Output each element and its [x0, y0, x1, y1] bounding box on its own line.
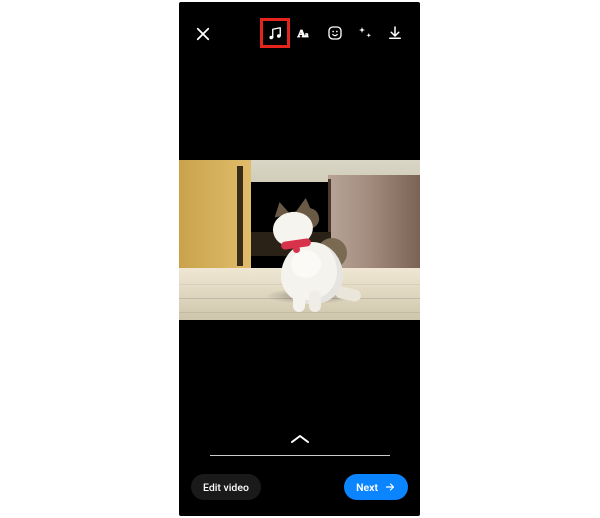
music-button[interactable] — [260, 18, 290, 48]
media-bg-cabinets — [179, 160, 251, 270]
sticker-icon — [326, 24, 344, 42]
story-editor-screen: A a — [179, 2, 420, 516]
download-icon — [386, 24, 404, 42]
next-button[interactable]: Next — [344, 474, 408, 500]
close-button[interactable] — [191, 22, 215, 46]
action-bar: Edit video Next — [179, 474, 420, 502]
edit-video-button[interactable]: Edit video — [191, 474, 261, 500]
top-toolbar: A a — [179, 18, 420, 54]
arrow-right-icon — [384, 481, 396, 493]
text-icon: A a — [295, 23, 315, 43]
chevron-up-icon — [288, 433, 312, 445]
close-icon — [194, 25, 212, 43]
music-icon — [266, 24, 284, 42]
effects-button[interactable] — [350, 18, 380, 48]
media-cat — [267, 198, 357, 308]
sticker-button[interactable] — [320, 18, 350, 48]
bottom-drawer — [179, 433, 420, 456]
timeline-scrubber[interactable] — [210, 455, 390, 456]
media-preview[interactable] — [179, 160, 420, 320]
tool-group: A a — [260, 18, 410, 48]
sparkle-icon — [356, 24, 374, 42]
expand-drawer-button[interactable] — [288, 433, 312, 445]
next-label: Next — [356, 481, 378, 494]
svg-text:a: a — [305, 30, 309, 39]
download-button[interactable] — [380, 18, 410, 48]
text-button[interactable]: A a — [290, 18, 320, 48]
edit-video-label: Edit video — [203, 481, 249, 494]
